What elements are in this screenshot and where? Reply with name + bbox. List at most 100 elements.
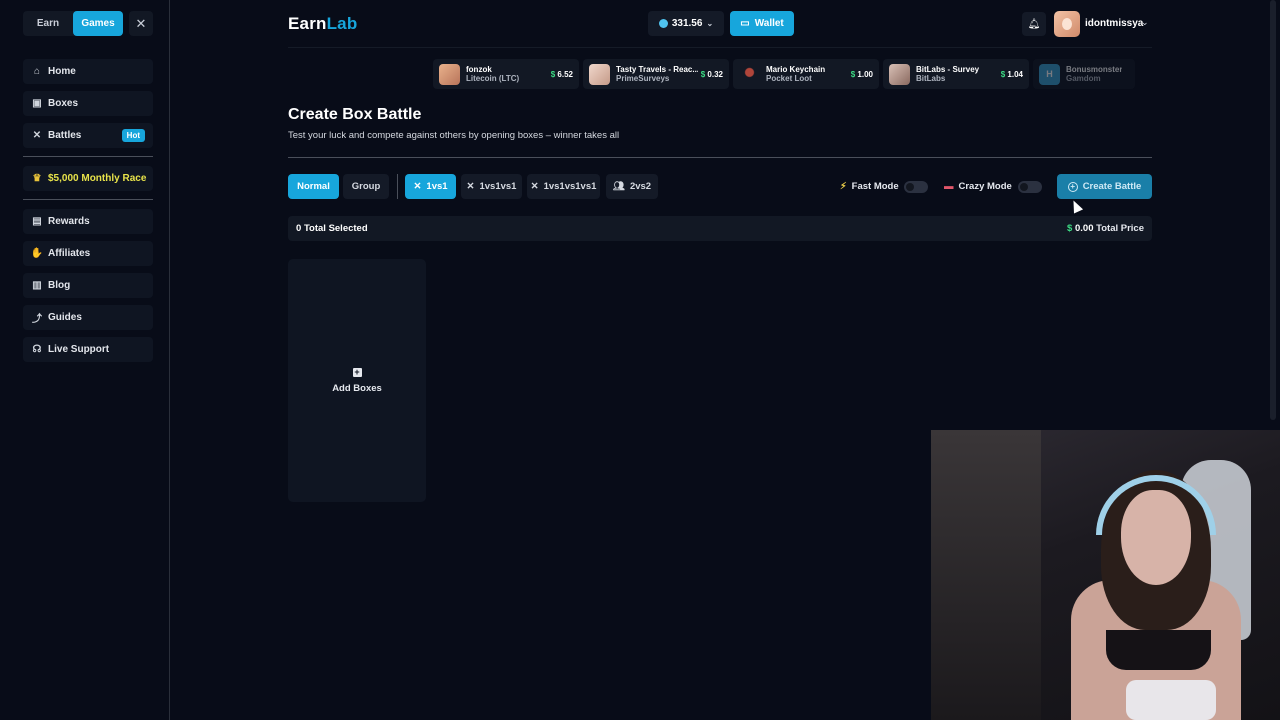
feed-amount: $ 1.00: [850, 69, 873, 79]
plus-icon: +: [352, 366, 362, 377]
sidebar-item-label: Affiliates: [48, 248, 91, 259]
fast-mode-label: ⚡︎ Fast Mode: [840, 181, 899, 192]
sidebar-item-label: $5,000 Monthly Race: [48, 173, 147, 184]
wallet-button[interactable]: ▭ Wallet: [730, 11, 794, 36]
sidebar-item-boxes[interactable]: ▣ Boxes: [23, 91, 153, 116]
balance-dropdown[interactable]: 331.56 ⌄: [648, 11, 724, 36]
webcam-legs: [1126, 680, 1216, 720]
feed-thumb: H: [1039, 63, 1060, 85]
total-selected: 0 Total Selected: [296, 223, 368, 234]
feed-thumb: [739, 63, 760, 85]
logo-earn: Earn: [288, 14, 327, 33]
sidebar: Earn Games ✕ ⌂ Home ▣ Boxes ✕ Battles Ho…: [0, 0, 170, 720]
feed-subtitle: PrimeSurveys: [616, 74, 670, 83]
wallet-icon: ▭: [740, 18, 750, 29]
feed-title: Tasty Travels - Reac...: [616, 65, 698, 74]
swords-icon: ✕: [466, 181, 475, 192]
gift-icon: ▤: [32, 216, 42, 227]
sidebar-item-blog[interactable]: ▥ Blog: [23, 273, 153, 298]
feed-item[interactable]: H Bonusmonster Gamdom: [1033, 59, 1135, 89]
earn-tab[interactable]: Earn: [23, 11, 73, 36]
wallet-label: Wallet: [754, 18, 784, 29]
sidebar-item-rewards[interactable]: ▤ Rewards: [23, 209, 153, 234]
mode-switch: Earn Games: [23, 11, 123, 36]
avatar[interactable]: [1054, 11, 1080, 37]
crazy-icon: ▬: [944, 181, 954, 192]
crazy-mode-label: ▬ Crazy Mode: [944, 181, 1012, 192]
chevron-down-icon[interactable]: ⌄: [1141, 17, 1149, 28]
headset-icon: ☊: [32, 344, 42, 355]
add-boxes-card[interactable]: + Add Boxes: [288, 259, 426, 502]
page-subtitle: Test your luck and compete against other…: [288, 130, 620, 141]
feed-item[interactable]: BitLabs - Survey BitLabs $ 1.04: [883, 59, 1029, 89]
total-price: $ 0.00 Total Price: [1067, 223, 1144, 234]
swords-icon: ✕: [530, 181, 539, 192]
sidebar-item-affiliates[interactable]: ✋ Affiliates: [23, 241, 153, 266]
sidebar-divider: [23, 156, 153, 157]
bell-icon[interactable]: 🔔︎: [1022, 12, 1046, 36]
feed-title: Mario Keychain: [766, 65, 826, 74]
logo[interactable]: EarnLab: [288, 14, 357, 34]
box-icon: ▣: [32, 98, 42, 109]
title-divider: [288, 157, 1152, 158]
feed-title: Bonusmonster: [1066, 65, 1123, 74]
crazy-mode-toggle[interactable]: [1018, 181, 1042, 193]
feed-thumb: [889, 63, 910, 85]
sidebar-item-label: Battles: [48, 130, 82, 141]
summary-bar: 0 Total Selected $ 0.00 Total Price: [288, 216, 1152, 241]
feed-title: fonzok: [466, 65, 492, 74]
sidebar-item-label: Rewards: [48, 216, 90, 227]
username[interactable]: idontmissya: [1085, 18, 1143, 29]
sidebar-item-label: Guides: [48, 312, 82, 323]
trophy-icon: ♛: [32, 173, 42, 184]
hot-badge: Hot: [121, 129, 145, 142]
chevron-down-icon: ⌄: [706, 19, 714, 28]
sidebar-item-battles[interactable]: ✕ Battles Hot: [23, 123, 153, 148]
controls-divider: [397, 174, 398, 199]
header-divider: [288, 47, 1152, 48]
mode-1vs1vs1vs1-button[interactable]: ✕ 1vs1vs1vs1: [527, 174, 600, 199]
sidebar-item-monthly-race[interactable]: ♛ $5,000 Monthly Race: [23, 166, 153, 191]
feed-amount: $ 1.04: [1000, 69, 1023, 79]
normal-button[interactable]: Normal: [288, 174, 339, 199]
mode-1vs1vs1-button[interactable]: ✕ 1vs1vs1: [461, 174, 522, 199]
feed-amount: $ 0.32: [700, 69, 723, 79]
hand-coin-icon: ✋: [30, 248, 44, 259]
feed-item[interactable]: fonzok Litecoin (LTC) $ 6.52: [433, 59, 579, 89]
feed-item[interactable]: Tasty Travels - Reac... PrimeSurveys $ 0…: [583, 59, 729, 89]
coin-icon: [658, 19, 668, 28]
plus-circle-icon: +: [1067, 181, 1078, 192]
users-icon: 👥︎: [612, 181, 625, 192]
balance-value: 331.56: [671, 18, 703, 29]
page-title: Create Box Battle: [288, 106, 422, 123]
sidebar-item-label: Live Support: [48, 344, 110, 355]
mode-1vs1-button[interactable]: ✕ 1vs1: [405, 174, 456, 199]
sidebar-item-live-support[interactable]: ☊ Live Support: [23, 337, 153, 362]
sidebar-item-label: Blog: [48, 280, 71, 291]
sidebar-divider: [23, 199, 153, 200]
add-boxes-label: Add Boxes: [332, 382, 382, 394]
webcam-top: [1106, 630, 1211, 670]
sidebar-item-label: Boxes: [48, 98, 79, 109]
feed-title: BitLabs - Survey: [916, 65, 980, 74]
sidebar-item-home[interactable]: ⌂ Home: [23, 59, 153, 84]
logo-lab: Lab: [326, 14, 358, 33]
feed-subtitle: Gamdom: [1066, 74, 1101, 83]
swords-icon: ✕: [413, 181, 422, 192]
swords-icon: ✕: [32, 130, 42, 141]
mode-2vs2-button[interactable]: 👥︎ 2vs2: [606, 174, 658, 199]
sidebar-item-label: Home: [48, 66, 76, 77]
route-icon: ⤴: [32, 314, 42, 325]
feed-subtitle: BitLabs: [916, 74, 946, 83]
close-icon[interactable]: ✕: [129, 11, 153, 36]
create-battle-button[interactable]: + Create Battle: [1057, 174, 1152, 199]
lightning-icon: ⚡︎: [840, 181, 847, 192]
sidebar-item-guides[interactable]: ⤴ Guides: [23, 305, 153, 330]
scrollbar[interactable]: [1270, 0, 1276, 420]
feed-thumb: [589, 63, 610, 85]
feed-item[interactable]: Mario Keychain Pocket Loot $ 1.00: [733, 59, 879, 89]
feed-subtitle: Pocket Loot: [766, 74, 812, 83]
fast-mode-toggle[interactable]: [904, 181, 928, 193]
group-button[interactable]: Group: [343, 174, 389, 199]
games-tab[interactable]: Games: [73, 11, 123, 36]
